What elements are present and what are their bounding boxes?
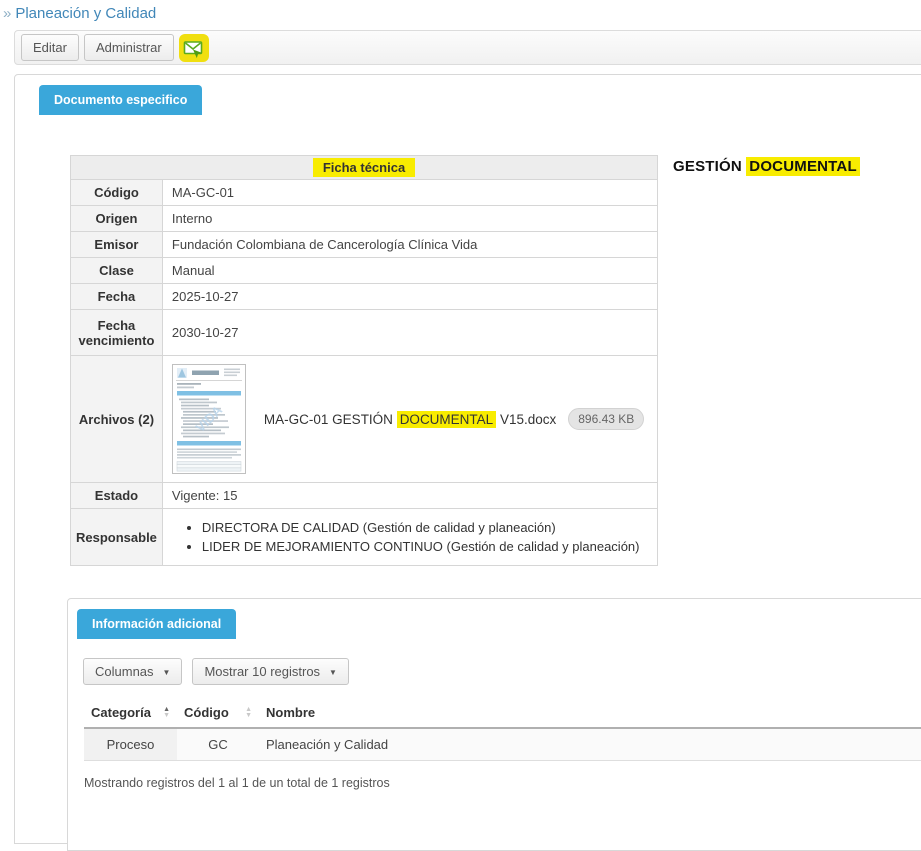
column-header-codigo[interactable]: Código ▲ ▼ xyxy=(177,698,259,729)
ficha-row-emisor: Emisor Fundación Colombiana de Cancerolo… xyxy=(70,231,659,258)
file-name-suffix: V15.docx xyxy=(496,412,557,427)
ficha-content-row: Ficha técnica Código MA-GC-01 Origen Int… xyxy=(30,155,921,566)
ficha-row-fecha: Fecha 2025-10-27 xyxy=(70,283,659,310)
column-header-nombre[interactable]: Nombre xyxy=(259,698,921,729)
column-header-label: Código xyxy=(184,705,229,720)
field-label: Clase xyxy=(70,257,163,284)
field-label: Estado xyxy=(70,482,163,509)
show-records-dropdown-button[interactable]: Mostrar 10 registros ▼ xyxy=(192,658,349,685)
toolbar: Editar Administrar xyxy=(14,30,921,65)
documento-especifico-panel: Documento especifico Ficha técnica Códig… xyxy=(14,74,921,851)
ficha-title: Ficha técnica xyxy=(312,158,416,177)
ficha-row-clase: Clase Manual xyxy=(70,257,659,284)
document-title-highlight: DOCUMENTAL xyxy=(746,157,860,176)
field-value: Manual xyxy=(161,257,659,284)
field-value: Fundación Colombiana de Cancerología Clí… xyxy=(161,231,659,258)
table-row[interactable]: Proceso GC Planeación y Calidad xyxy=(84,728,921,761)
field-label: Código xyxy=(70,179,163,206)
breadcrumb: » Planeación y Calidad xyxy=(0,0,921,22)
cell-codigo: GC xyxy=(177,728,259,761)
sort-icons: ▲ ▼ xyxy=(245,706,252,719)
docx-preview-thumbnail[interactable]: VIDA xyxy=(171,364,246,474)
field-label: Emisor xyxy=(70,231,163,258)
document-title: GESTIÓN DOCUMENTAL xyxy=(673,157,860,176)
sort-desc-icon: ▼ xyxy=(163,712,170,719)
ficha-row-origen: Origen Interno xyxy=(70,205,659,232)
columns-dropdown-button[interactable]: Columnas ▼ xyxy=(83,658,183,685)
administer-button[interactable]: Administrar xyxy=(83,34,174,61)
cell-categoria: Proceso xyxy=(84,728,177,761)
cell-nombre: Planeación y Calidad xyxy=(259,728,921,761)
column-header-label: Nombre xyxy=(266,705,316,720)
file-entry[interactable]: VIDA MA-GC-01 GESTIÓN DOCUMENTAL V15.doc… xyxy=(171,361,648,477)
table-controls: Columnas ▼ Mostrar 10 registros ▼ xyxy=(83,658,921,685)
tab-documento-especifico[interactable]: Documento especifico xyxy=(39,85,203,115)
field-value: 2030-10-27 xyxy=(161,309,659,356)
table-header-row: Categoría ▲ ▼ Código ▲ ▼ Nombre xyxy=(84,698,921,729)
field-value: Interno xyxy=(161,205,659,232)
field-value: Vigente: 15 xyxy=(161,482,659,509)
caret-down-icon: ▼ xyxy=(329,668,337,677)
ficha-row-fecha-vencimiento: Fecha vencimiento 2030-10-27 xyxy=(70,309,659,356)
edit-button[interactable]: Editar xyxy=(21,34,79,61)
ficha-title-row: Ficha técnica xyxy=(70,155,658,180)
field-label: Origen xyxy=(70,205,163,232)
caret-down-icon: ▼ xyxy=(162,668,171,677)
show-records-dropdown-label: Mostrar 10 registros xyxy=(204,664,321,679)
send-mail-button[interactable] xyxy=(178,33,209,65)
file-name-highlight: DOCUMENTAL xyxy=(396,411,497,428)
field-value: 2025-10-27 xyxy=(161,283,659,310)
sort-icons: ▲ ▼ xyxy=(163,706,170,719)
field-label: Responsable xyxy=(70,508,163,566)
field-label: Archivos (2) xyxy=(70,355,163,483)
field-value: MA-GC-01 xyxy=(161,179,659,206)
file-name-prefix: MA-GC-01 GESTIÓN xyxy=(263,412,397,427)
responsable-item: DIRECTORA DE CALIDAD (Gestión de calidad… xyxy=(202,520,648,535)
ficha-row-estado: Estado Vigente: 15 xyxy=(70,482,659,509)
ficha-row-codigo: Código MA-GC-01 xyxy=(70,179,659,206)
informacion-adicional-panel: Información adicional Columnas ▼ Mostrar … xyxy=(67,598,921,851)
tab-informacion-adicional[interactable]: Información adicional xyxy=(77,609,237,639)
columns-dropdown-label: Columnas xyxy=(95,664,154,679)
breadcrumb-chevron-icon: » xyxy=(3,5,12,22)
file-size-badge: 896.43 KB xyxy=(568,408,645,430)
document-title-prefix: GESTIÓN xyxy=(673,158,747,175)
field-label: Fecha xyxy=(70,283,163,310)
ficha-row-responsable: Responsable DIRECTORA DE CALIDAD (Gestió… xyxy=(70,508,659,566)
responsable-item: LIDER DE MEJORAMIENTO CONTINUO (Gestión … xyxy=(202,539,648,554)
breadcrumb-link[interactable]: Planeación y Calidad xyxy=(15,5,156,22)
sort-desc-icon: ▼ xyxy=(245,712,252,719)
field-label: Fecha vencimiento xyxy=(70,309,163,356)
ficha-tecnica-table: Ficha técnica Código MA-GC-01 Origen Int… xyxy=(70,155,659,566)
responsable-list: DIRECTORA DE CALIDAD (Gestión de calidad… xyxy=(184,520,648,554)
column-header-label: Categoría xyxy=(91,705,151,720)
file-name[interactable]: MA-GC-01 GESTIÓN DOCUMENTAL V15.docx 896.… xyxy=(263,408,645,430)
additional-info-table: Categoría ▲ ▼ Código ▲ ▼ Nombre Proceso GC… xyxy=(84,698,921,761)
ficha-row-archivos: Archivos (2) VIDA MA-GC-01 GESTIÓN DOCUM… xyxy=(70,355,659,483)
records-summary: Mostrando registros del 1 al 1 de un tot… xyxy=(84,776,390,790)
column-header-categoria[interactable]: Categoría ▲ ▼ xyxy=(84,698,177,729)
send-mail-icon xyxy=(178,33,209,65)
